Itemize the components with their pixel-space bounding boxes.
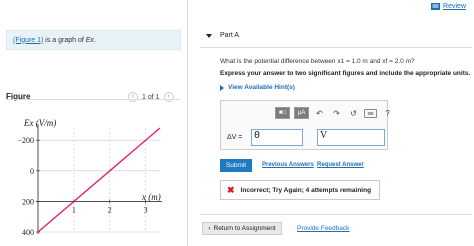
keyboard-icon[interactable]: ⌨ xyxy=(364,108,377,118)
review-link[interactable]: Review xyxy=(431,3,466,10)
instruction-text: Express your answer to two significant f… xyxy=(220,70,471,77)
prev-arrow-icon[interactable]: ‹ xyxy=(128,92,138,102)
next-arrow-icon[interactable]: › xyxy=(163,92,174,102)
return-button[interactable]: ‹ Return to Assignment xyxy=(202,222,282,235)
figure-separator xyxy=(6,99,181,100)
chevron-left-icon: ‹ xyxy=(208,225,211,232)
part-label: Part A xyxy=(220,32,240,39)
y-tick-label: 200 xyxy=(22,197,34,206)
footer-separator xyxy=(200,214,472,215)
caret-right-icon xyxy=(220,84,224,91)
redo-icon[interactable]: ↷ xyxy=(330,107,343,119)
reset-icon[interactable]: ↺ xyxy=(347,107,360,119)
field-graph: Ex (V/m) x (m) 1 2 3 400 200 0 −200 xyxy=(17,118,162,237)
y-axis-label: Ex (V/m) xyxy=(23,118,56,128)
intro-symbol: Ex xyxy=(85,36,94,44)
hints-label: View Available Hint(s) xyxy=(228,84,295,91)
feedback-text: Incorrect; Try Again; 4 attempts remaini… xyxy=(240,186,372,194)
question-text: What is the potential difference between… xyxy=(220,58,415,65)
value-input[interactable]: 0 xyxy=(251,129,303,146)
review-icon xyxy=(431,3,441,10)
x-tick-label: 2 xyxy=(108,205,112,214)
provide-feedback-link[interactable]: Provide Feedback xyxy=(297,225,349,232)
y-tick-label: 400 xyxy=(22,228,34,237)
intro-text: is a graph of xyxy=(43,36,86,44)
delta-v-label: ΔV = xyxy=(227,134,243,141)
y-tick-label: −200 xyxy=(17,136,34,145)
part-a-header[interactable]: Part A xyxy=(206,32,239,39)
y-tick-label: 0 xyxy=(30,167,34,176)
request-answer-link[interactable]: Request Answer xyxy=(317,162,364,168)
caret-down-icon xyxy=(206,33,212,38)
submit-button[interactable]: Submit xyxy=(220,159,252,172)
figure-link[interactable]: (Figure 1) xyxy=(13,37,43,44)
previous-answers-link[interactable]: Previous Answers xyxy=(262,162,314,168)
tick-labels: 1 2 3 400 200 0 −200 xyxy=(17,136,147,237)
x-axis-label: x (m) xyxy=(141,192,161,202)
templates-button[interactable]: ■□ xyxy=(275,107,290,119)
undo-icon[interactable]: ↶ xyxy=(313,107,326,119)
part-separator xyxy=(200,47,472,48)
hints-link[interactable]: View Available Hint(s) xyxy=(220,84,295,91)
panel-divider xyxy=(187,0,188,246)
answer-editor: ■□ μA ↶ ↷ ↺ ⌨ ? ΔV = 0 V xyxy=(220,100,390,150)
editor-toolbar: ■□ μA ↶ ↷ ↺ ⌨ ? xyxy=(275,107,394,119)
x-tick-label: 1 xyxy=(72,205,76,214)
intro-box: (Figure 1) is a graph of Ex . xyxy=(6,30,181,50)
return-label: Return to Assignment xyxy=(213,225,276,232)
help-icon[interactable]: ? xyxy=(381,107,394,119)
review-label: Review xyxy=(443,3,466,10)
incorrect-icon: ✖ xyxy=(227,184,235,195)
intro-period: . xyxy=(93,36,96,44)
units-button[interactable]: μA xyxy=(294,107,309,119)
feedback-box: ✖ Incorrect; Try Again; 4 attempts remai… xyxy=(220,180,380,200)
figure-pager: ‹ 1 of 1 › xyxy=(128,92,174,102)
x-tick-label: 3 xyxy=(144,205,148,214)
unit-input[interactable]: V xyxy=(317,129,385,146)
field-line xyxy=(37,127,161,233)
graph-series xyxy=(37,127,161,233)
